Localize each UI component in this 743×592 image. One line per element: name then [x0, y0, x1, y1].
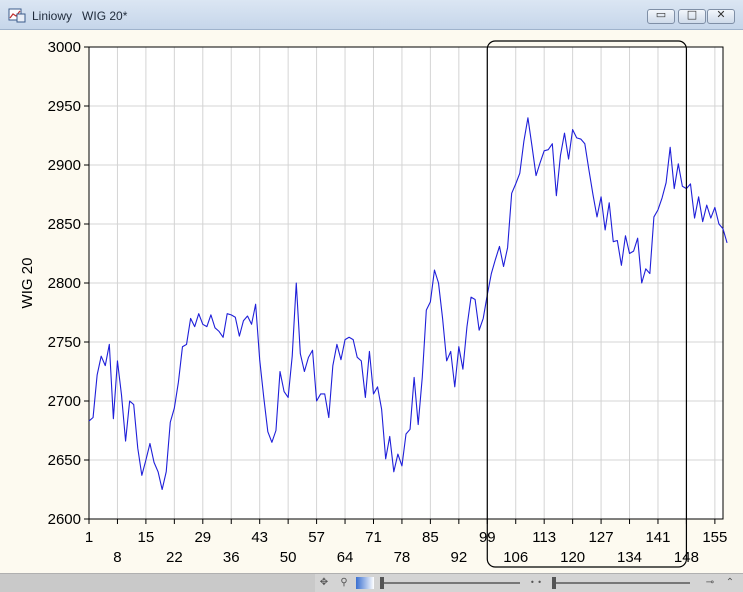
x-tick-label: 127	[589, 529, 614, 546]
vertical-scroll-icon[interactable]	[552, 582, 690, 584]
x-tick-label: 120	[560, 549, 585, 566]
y-tick-label: 2800	[48, 275, 81, 292]
x-tick-label: 57	[308, 529, 325, 546]
status-bar: ✥ ⚲ • • ⊸ ⌃	[0, 573, 743, 592]
minimize-icon: ▭	[655, 8, 667, 21]
x-tick-label: 113	[532, 529, 556, 546]
vertical-scroll-thumb[interactable]	[552, 577, 556, 589]
key-icon[interactable]: ⊸	[703, 577, 717, 589]
expand-icon[interactable]: ⌃	[724, 577, 736, 589]
x-tick-label: 155	[702, 529, 727, 546]
x-tick-label: 15	[138, 529, 155, 546]
x-tick-label: 29	[194, 529, 211, 546]
x-tick-label: 43	[251, 529, 268, 546]
y-tick-label: 2700	[48, 393, 81, 410]
chart-app-icon	[8, 8, 26, 23]
chart-area: 2600 2650 2700 2750 2800 2850 2900 2950 3000 1 15 2…	[0, 30, 743, 573]
y-tick-label: 2950	[48, 98, 81, 115]
status-bar-blank	[0, 574, 315, 592]
horizontal-scroll-thumb[interactable]	[380, 577, 384, 589]
close-button[interactable]: ✕	[707, 8, 735, 24]
app-name: Liniowy	[32, 9, 73, 23]
x-tick-label: 8	[113, 549, 121, 566]
x-tick-label: 134	[617, 549, 642, 566]
x-tick-label: 64	[337, 549, 354, 566]
y-axis-label: WIG 20	[19, 258, 36, 309]
y-tick-label: 2650	[48, 452, 81, 469]
close-icon: ✕	[716, 8, 726, 21]
line-chart: 2600265027002750280028502900295030001 15 2…	[19, 39, 728, 568]
x-tick-label: 78	[394, 549, 411, 566]
maximize-icon: □	[686, 8, 698, 21]
title-bar: Liniowy WIG 20* ▭ □ ✕	[0, 0, 743, 30]
y-tick-label: 2850	[48, 216, 81, 233]
x-tick-label: 106	[503, 549, 528, 566]
x-tick-label: 50	[280, 549, 297, 566]
scroll-dots-icon: • •	[530, 578, 542, 587]
color-scale-icon[interactable]	[356, 577, 374, 589]
y-tick-label: 2750	[48, 334, 81, 351]
minimize-button[interactable]: ▭	[647, 8, 675, 24]
x-tick-label: 71	[365, 529, 382, 546]
x-tick-label: 22	[166, 549, 183, 566]
window-title: Liniowy WIG 20*	[32, 9, 127, 23]
maximize-button[interactable]: □	[678, 8, 706, 24]
x-tick-label: 1	[85, 529, 93, 546]
zoom-icon[interactable]: ⚲	[338, 577, 350, 589]
horizontal-scroll-icon[interactable]	[380, 582, 520, 584]
y-tick-label: 2600	[48, 511, 81, 528]
document-title: WIG 20*	[82, 9, 128, 23]
y-tick-label: 2900	[48, 157, 81, 174]
navigate-icon[interactable]: ✥	[318, 577, 330, 589]
x-tick-label: 85	[422, 529, 439, 546]
x-tick-label: 36	[223, 549, 240, 566]
x-tick-label: 92	[450, 549, 467, 566]
y-tick-label: 3000	[48, 39, 81, 56]
x-tick-label: 141	[645, 529, 670, 546]
